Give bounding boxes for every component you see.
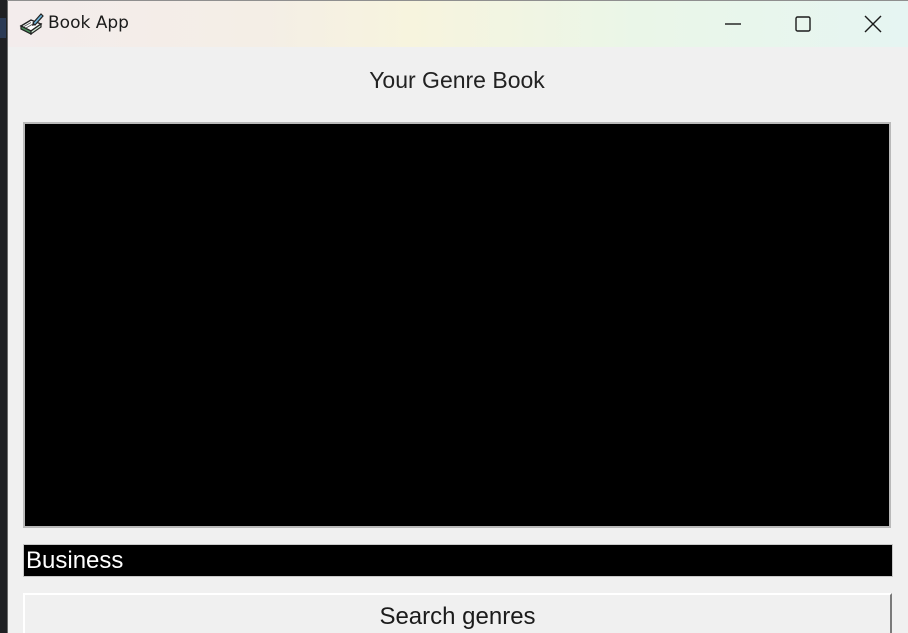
taskbar-edge-mark [0,18,6,38]
results-text-area[interactable] [23,122,891,528]
close-icon [864,15,882,33]
page-heading: Your Genre Book [369,67,545,93]
maximize-button[interactable] [768,1,838,47]
search-genres-button[interactable]: Search genres [23,593,892,633]
title-bar[interactable]: Book App [8,1,908,47]
close-button[interactable] [838,1,908,47]
minimize-icon [725,23,741,25]
genre-input[interactable] [23,544,893,577]
maximize-icon [795,16,811,32]
window-title: Book App [48,13,129,33]
minimize-button[interactable] [698,1,768,47]
app-window: Book App Your Genre Book Search genres [7,0,908,633]
book-with-pen-icon [19,12,45,36]
